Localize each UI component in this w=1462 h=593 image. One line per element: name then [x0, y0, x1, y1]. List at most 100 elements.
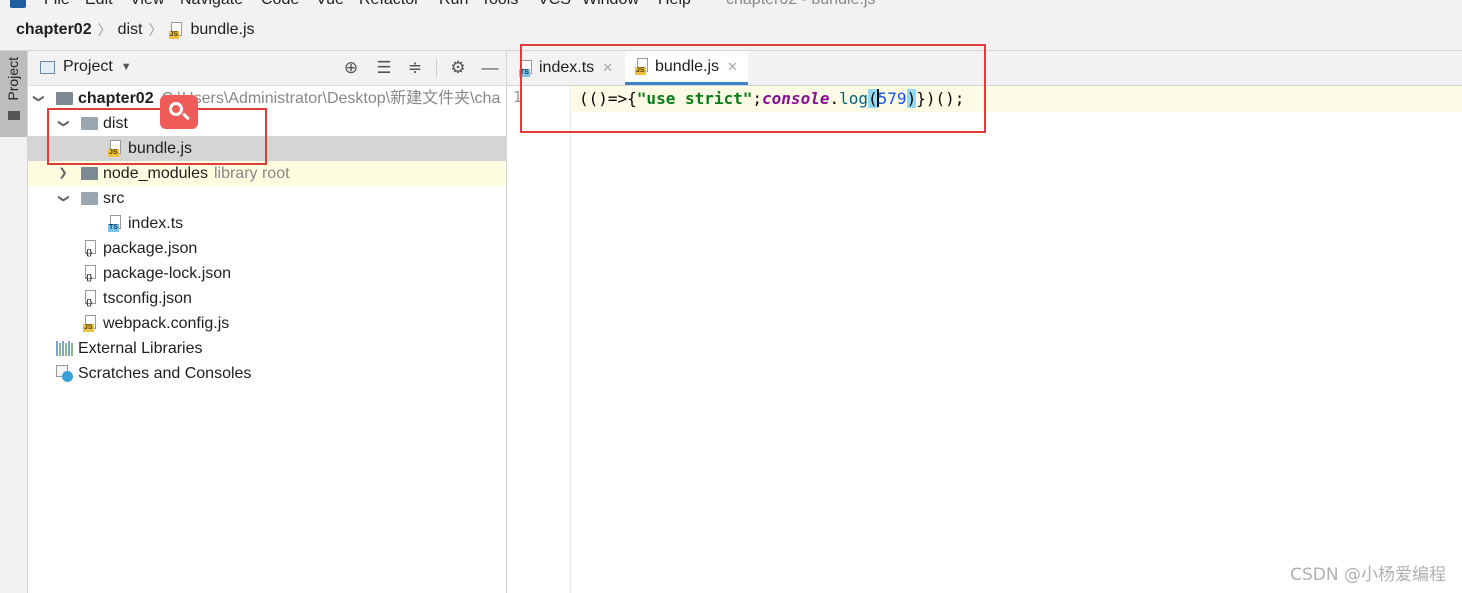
code-number: 579: [877, 89, 907, 108]
menu-view[interactable]: View: [130, 0, 164, 9]
tree-row-index[interactable]: TS index.ts: [28, 211, 506, 236]
code-token: })();: [916, 89, 965, 108]
project-view-selector[interactable]: Project ▼: [40, 58, 132, 76]
tree-row-node-modules[interactable]: ❯ node_modules library root: [28, 161, 506, 186]
menu-edit[interactable]: Edit: [85, 0, 113, 9]
tab-label: index.ts: [539, 59, 595, 76]
tree-label-bundle: bundle.js: [128, 140, 193, 157]
app-logo-icon: [10, 0, 26, 8]
tree-label-external: External Libraries: [78, 340, 203, 357]
close-icon[interactable]: ✕: [727, 59, 738, 75]
expand-all-icon[interactable]: ☰: [373, 57, 395, 79]
watermark: CSDN @小杨爱编程: [1290, 565, 1446, 585]
code-string: "use strict": [636, 89, 753, 108]
editor-area: TS index.ts ✕ JS bundle.js ✕ 1 (()=>{"us…: [507, 51, 1462, 593]
chevron-down-icon[interactable]: ❯: [51, 192, 76, 206]
project-panel-title: Project: [63, 58, 113, 75]
tree-row-dist[interactable]: ❯ dist: [28, 111, 506, 136]
js-file-icon: JS: [168, 21, 185, 39]
menu-tools[interactable]: Tools: [481, 0, 518, 9]
menu-navigate[interactable]: Navigate: [180, 0, 243, 9]
menu-file[interactable]: File: [44, 0, 70, 9]
library-icon: [56, 341, 74, 356]
tree-row-package-json[interactable]: {} package.json: [28, 236, 506, 261]
menu-window[interactable]: Window: [582, 0, 639, 9]
breadcrumb-file: bundle.js: [190, 21, 255, 38]
menu-vue[interactable]: Vue: [316, 0, 344, 9]
tree-label-package-lock: package-lock.json: [103, 265, 232, 282]
folder-icon: [81, 192, 98, 205]
project-panel: Project ▼ ⊕ ☰ ≑ ⚙ — ❯ chapter02 C:\Users\…: [28, 51, 507, 593]
json-file-icon: {}: [83, 265, 99, 282]
menu-refactor[interactable]: Refactor: [359, 0, 419, 9]
tree-row-webpack[interactable]: JS webpack.config.js: [28, 311, 506, 336]
tree-label-src: src: [103, 190, 125, 207]
code-text[interactable]: (()=>{"use strict";console.log(579)})();: [579, 89, 964, 108]
tree-root-path: C:\Users\Administrator\Desktop\新建文件夹\cha: [161, 90, 501, 107]
breadcrumb-file-item[interactable]: JS bundle.js: [168, 21, 255, 39]
tree-label-tsconfig: tsconfig.json: [103, 290, 192, 307]
tree-row-package-lock[interactable]: {} package-lock.json: [28, 261, 506, 286]
tree-label-dist: dist: [103, 115, 128, 132]
tree-label-scratches: Scratches and Consoles: [78, 365, 252, 382]
folder-icon: [81, 117, 98, 130]
code-function: log: [839, 89, 869, 108]
code-token: .: [829, 89, 840, 108]
js-file-icon: JS: [83, 315, 99, 332]
tab-index-ts[interactable]: TS index.ts ✕: [519, 51, 613, 85]
json-file-icon: {}: [83, 290, 99, 307]
project-panel-header: Project ▼ ⊕ ☰ ≑ ⚙ —: [28, 51, 506, 86]
project-tool-tab[interactable]: Project: [0, 51, 27, 137]
library-root-tag: library root: [213, 165, 290, 182]
window-title: chapter02 - bundle.js: [726, 0, 875, 9]
folder-icon: [81, 167, 98, 180]
chevron-down-icon[interactable]: ❯: [51, 117, 76, 131]
chevron-right-icon: 〉: [97, 22, 112, 38]
code-paren-close: ): [906, 89, 917, 108]
project-tool-label: Project: [5, 57, 21, 101]
code-object: console: [762, 89, 830, 108]
chevron-right-icon[interactable]: ❯: [56, 161, 70, 186]
folder-icon: [8, 111, 20, 120]
search-overlay-button[interactable]: [160, 95, 198, 129]
tree-row-external-libraries[interactable]: External Libraries: [28, 336, 506, 361]
chevron-down-icon[interactable]: ❯: [28, 92, 51, 106]
ts-file-icon: TS: [108, 215, 124, 232]
tree-row-src[interactable]: ❯ src: [28, 186, 506, 211]
close-icon[interactable]: ✕: [602, 60, 613, 76]
code-token: (()=>{: [579, 89, 637, 108]
project-tree: ❯ chapter02 C:\Users\Administrator\Deskto…: [28, 86, 506, 386]
tab-label: bundle.js: [655, 57, 720, 75]
tree-label-node-modules: node_modules: [103, 165, 208, 182]
crosshair-icon[interactable]: ⊕: [340, 57, 362, 79]
scratches-icon: [56, 365, 74, 383]
menu-vcs[interactable]: VCS: [538, 0, 571, 9]
editor-tabs: TS index.ts ✕ JS bundle.js ✕: [507, 51, 1462, 86]
tree-row-root[interactable]: ❯ chapter02 C:\Users\Administrator\Deskto…: [28, 86, 506, 111]
collapse-all-icon[interactable]: ≑: [404, 57, 426, 79]
menu-run[interactable]: Run: [439, 0, 468, 9]
tree-label-index: index.ts: [128, 215, 184, 232]
tab-bundle-js[interactable]: JS bundle.js ✕: [625, 51, 748, 85]
code-line-1[interactable]: (()=>{"use strict";console.log(579)})();: [571, 86, 1462, 112]
breadcrumb-folder[interactable]: dist: [118, 21, 143, 39]
minimize-icon[interactable]: —: [479, 57, 501, 79]
header-divider: [436, 59, 437, 77]
project-view-icon: [40, 60, 55, 74]
chevron-right-icon: 〉: [148, 22, 163, 38]
tree-row-tsconfig[interactable]: {} tsconfig.json: [28, 286, 506, 311]
line-number-gutter: 1: [507, 86, 571, 593]
search-icon: [169, 102, 183, 116]
chevron-down-icon: ▼: [120, 61, 132, 73]
tree-row-scratches[interactable]: Scratches and Consoles: [28, 361, 506, 386]
menu-bar: File Edit View Navigate Code Vue Refacto…: [0, 0, 1462, 10]
tree-label-root: chapter02: [78, 90, 154, 107]
menu-code[interactable]: Code: [261, 0, 299, 9]
breadcrumb-project[interactable]: chapter02: [16, 21, 92, 39]
tree-row-bundle[interactable]: JS bundle.js: [28, 136, 506, 161]
menu-help[interactable]: Help: [658, 0, 691, 9]
tool-window-strip: Project: [0, 51, 28, 593]
gear-icon[interactable]: ⚙: [447, 57, 469, 79]
js-file-icon: JS: [108, 140, 124, 157]
json-file-icon: {}: [83, 240, 99, 257]
